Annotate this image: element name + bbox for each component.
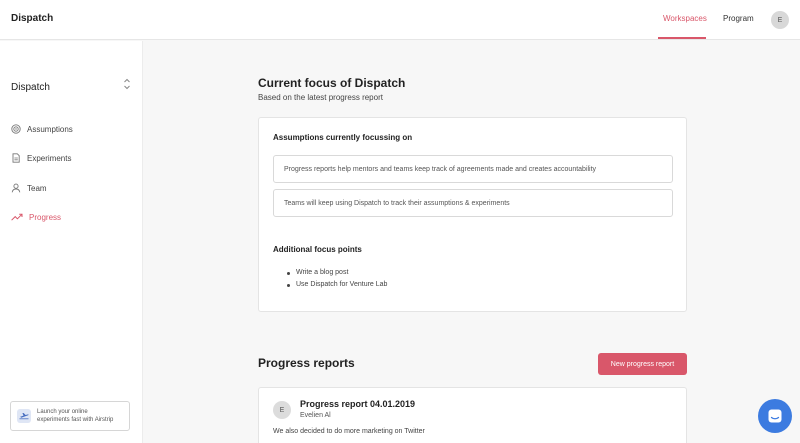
sidebar-item-team[interactable]: Team bbox=[11, 181, 131, 195]
target-icon bbox=[11, 124, 21, 134]
top-bar: Dispatch Workspaces Program E bbox=[0, 0, 800, 40]
page-subtitle: Based on the latest progress report bbox=[258, 93, 383, 102]
nav-workspaces[interactable]: Workspaces bbox=[663, 14, 707, 23]
active-nav-indicator bbox=[658, 37, 706, 39]
report-title[interactable]: Progress report 04.01.2019 bbox=[300, 399, 415, 409]
page-title: Current focus of Dispatch bbox=[258, 76, 406, 90]
new-progress-report-button[interactable]: New progress report bbox=[598, 353, 687, 375]
workspace-name: Dispatch bbox=[11, 82, 50, 93]
promo-line-1: Launch your online bbox=[37, 409, 88, 415]
assumptions-heading: Assumptions currently focussing on bbox=[273, 133, 413, 142]
sidebar-item-progress[interactable]: Progress bbox=[11, 210, 131, 224]
chat-icon bbox=[768, 409, 782, 423]
promo-line-2: experiments fast with Airstrip bbox=[37, 417, 114, 423]
additional-focus-list: Write a blog post Use Dispatch for Ventu… bbox=[287, 267, 387, 291]
sidebar-item-assumptions[interactable]: Assumptions bbox=[11, 122, 131, 136]
report-author: Evelien Al bbox=[300, 412, 331, 419]
document-icon bbox=[12, 153, 20, 163]
avatar: E bbox=[273, 401, 291, 419]
sidebar-item-label: Assumptions bbox=[27, 124, 73, 134]
focus-card: Assumptions currently focussing on Progr… bbox=[258, 117, 687, 312]
sidebar-item-label: Team bbox=[27, 183, 47, 193]
chevron-updown-icon bbox=[124, 78, 130, 90]
sidebar-item-label: Experiments bbox=[27, 153, 72, 163]
app-logo[interactable]: Dispatch bbox=[11, 13, 53, 24]
nav-program[interactable]: Program bbox=[723, 14, 754, 23]
progress-reports-title: Progress reports bbox=[258, 356, 355, 370]
trending-up-icon bbox=[11, 213, 23, 221]
sidebar: Dispatch Assumptions Experiments Team Pr… bbox=[0, 41, 143, 443]
assumption-item[interactable]: Teams will keep using Dispatch to track … bbox=[273, 189, 673, 217]
airstrip-icon bbox=[17, 409, 31, 423]
airstrip-promo[interactable]: Launch your online experiments fast with… bbox=[10, 401, 130, 431]
sidebar-item-experiments[interactable]: Experiments bbox=[11, 151, 131, 165]
list-item: Use Dispatch for Venture Lab bbox=[287, 279, 387, 291]
report-body: We also decided to do more marketing on … bbox=[273, 428, 425, 435]
user-avatar[interactable]: E bbox=[771, 11, 789, 29]
chat-launcher-button[interactable] bbox=[758, 399, 792, 433]
list-item: Write a blog post bbox=[287, 267, 387, 279]
additional-focus-heading: Additional focus points bbox=[273, 245, 362, 254]
user-icon bbox=[11, 183, 21, 193]
progress-report-card[interactable]: E Progress report 04.01.2019 Evelien Al … bbox=[258, 387, 687, 443]
assumption-item[interactable]: Progress reports help mentors and teams … bbox=[273, 155, 673, 183]
workspace-selector[interactable]: Dispatch bbox=[11, 77, 131, 93]
sidebar-item-label: Progress bbox=[29, 212, 62, 222]
